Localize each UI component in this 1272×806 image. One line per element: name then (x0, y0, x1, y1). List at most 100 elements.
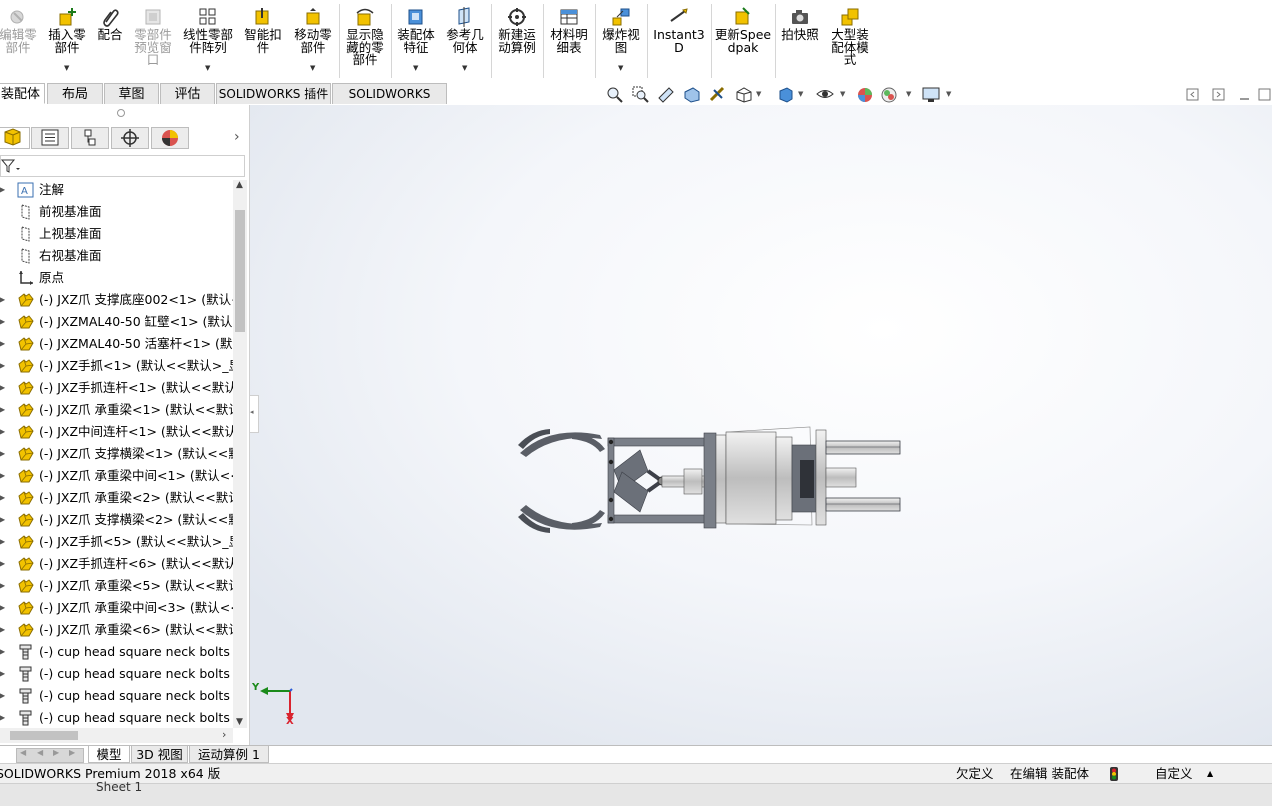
chevron-down-icon[interactable]: ▼ (906, 90, 911, 98)
expand-arrow-icon[interactable]: ▶ (0, 597, 5, 619)
tree-item[interactable]: 前视基准面 (0, 201, 234, 223)
expand-arrow-icon[interactable]: ▶ (0, 575, 5, 597)
expand-arrow-icon[interactable]: ▶ (0, 179, 5, 201)
tree-item[interactable]: ▶ (-) JXZ爪 支撑横梁<2> (默认<<默 (0, 509, 234, 531)
tree-item[interactable]: ▶ (-) JXZ中间连杆<1> (默认<<默认>_ (0, 421, 234, 443)
tab-3d-views[interactable]: 3D 视图 (131, 746, 188, 763)
expand-arrow-icon[interactable]: ▶ (0, 421, 5, 443)
chevron-up-icon[interactable]: ▲ (1207, 764, 1213, 784)
tab-first-icon[interactable]: ◀ (20, 748, 26, 757)
tree-item[interactable]: ▶ (-) JXZ爪 承重梁<5> (默认<<默认> (0, 575, 234, 597)
status-units-custom[interactable]: 自定义 (1155, 764, 1193, 784)
reference-geometry-button[interactable]: 参考几何体 ▼ (443, 2, 487, 78)
tab-motion-study-1[interactable]: 运动算例 1 (189, 746, 269, 763)
panel-splitter-handle[interactable] (117, 109, 125, 117)
tree-item[interactable]: ▶ (-) cup head square neck bolts gr (0, 707, 234, 728)
tab-scroll-arrows[interactable]: ◀ ◀ ▶ ▶ (16, 748, 84, 763)
scroll-right-icon[interactable]: › (222, 728, 226, 741)
chevron-down-icon[interactable]: ▼ (310, 62, 315, 75)
expand-arrow-icon[interactable]: ▶ (0, 663, 5, 685)
chevron-down-icon[interactable]: ▼ (756, 90, 761, 98)
restore-left-icon[interactable] (1186, 86, 1200, 103)
minimize-icon[interactable] (1238, 86, 1252, 103)
tree-horizontal-scrollbar[interactable]: › (0, 728, 233, 743)
expand-arrow-icon[interactable]: ▶ (0, 355, 5, 377)
tree-item[interactable]: 原点 (0, 267, 234, 289)
chevron-down-icon[interactable]: ▼ (205, 62, 210, 75)
tree-item[interactable]: 上视基准面 (0, 223, 234, 245)
smart-fasteners-button[interactable]: 智能扣件 (241, 2, 285, 78)
edit-component-button[interactable]: 编辑零部件 (0, 2, 40, 78)
tab-evaluate[interactable]: 评估 (160, 83, 215, 104)
tab-last-icon[interactable]: ▶ (69, 748, 75, 757)
chevron-down-icon[interactable]: ▼ (413, 62, 418, 75)
tree-item[interactable]: ▶ (-) JXZMAL40-50 活塞杆<1> (默认 (0, 333, 234, 355)
take-snapshot-button[interactable]: 拍快照 (778, 2, 822, 78)
chevron-down-icon[interactable]: ▼ (946, 90, 951, 98)
restore-right-icon[interactable] (1212, 86, 1226, 103)
chevron-down-icon[interactable]: ▼ (840, 90, 845, 98)
linear-component-pattern-button[interactable]: 线性零部件阵列 ▼ (180, 2, 236, 78)
tree-filter-bar[interactable] (0, 155, 245, 177)
tab-dimxpert-manager[interactable] (111, 127, 149, 149)
tab-display-manager[interactable] (151, 127, 189, 149)
chevron-down-icon[interactable]: ▼ (462, 62, 467, 75)
exploded-view-button[interactable]: 爆炸视图 ▼ (598, 2, 644, 78)
chevron-down-icon[interactable]: ▼ (618, 62, 623, 75)
tree-item[interactable]: ▶ (-) JXZ爪 承重梁<6> (默认<<默认> (0, 619, 234, 641)
new-motion-study-button[interactable]: 新建运动算例 (494, 2, 540, 78)
tree-item[interactable]: ▶ (-) cup head square neck bolts gr (0, 641, 234, 663)
tab-solidworks-mbd[interactable]: SOLIDWORKS MBD (332, 83, 447, 122)
zoom-to-fit-icon[interactable] (606, 86, 624, 103)
dynamic-annotation-views-icon[interactable] (709, 86, 727, 103)
graphics-area[interactable]: Y X ◂ (248, 105, 1272, 745)
chevron-right-icon[interactable]: › (234, 129, 240, 145)
move-component-button[interactable]: 移动零部件 ▼ (290, 2, 336, 78)
maximize-icon[interactable] (1258, 86, 1272, 103)
tab-layout[interactable]: 布局 (47, 83, 103, 104)
tree-item[interactable]: ▶ (-) JXZ手抓连杆<6> (默认<<默认>_ (0, 553, 234, 575)
tree-item[interactable]: ▶ (-) JXZ爪 支撑横梁<1> (默认<<默 (0, 443, 234, 465)
tree-item[interactable]: 右视基准面 (0, 245, 234, 267)
tree-item[interactable]: ▶ (-) JXZ爪 承重梁中间<3> (默认<<默 (0, 597, 234, 619)
tree-item[interactable]: ▶ (-) JXZ手抓<5> (默认<<默认>_显示 (0, 531, 234, 553)
tab-feature-manager[interactable] (0, 127, 30, 149)
tab-assembly[interactable]: 装配体 (0, 83, 45, 104)
expand-arrow-icon[interactable]: ▶ (0, 641, 5, 663)
tree-item[interactable]: ▶ (-) cup head square neck bolts gr (0, 685, 234, 707)
tab-prev-icon[interactable]: ◀ (37, 748, 43, 757)
tab-property-manager[interactable] (31, 127, 69, 149)
component-preview-window-button[interactable]: 零部件预览窗口 (131, 2, 175, 78)
tab-solidworks-addins[interactable]: SOLIDWORKS 插件 (216, 83, 331, 104)
chevron-down-icon[interactable]: ▼ (64, 62, 69, 75)
display-style-icon[interactable] (777, 86, 795, 103)
expand-arrow-icon[interactable]: ▶ (0, 399, 5, 421)
tree-item[interactable]: ▶ (-) JXZ手抓<1> (默认<<默认>_显示 (0, 355, 234, 377)
expand-arrow-icon[interactable]: ▶ (0, 333, 5, 355)
large-assembly-mode-button[interactable]: 大型装配体模式 (826, 2, 874, 78)
expand-arrow-icon[interactable]: ▶ (0, 531, 5, 553)
assembly-features-button[interactable]: 装配体特征 ▼ (394, 2, 438, 78)
tree-item[interactable]: ▶ (-) JXZ爪 承重梁<1> (默认<<默认> (0, 399, 234, 421)
expand-arrow-icon[interactable]: ▶ (0, 487, 5, 509)
expand-arrow-icon[interactable]: ▶ (0, 685, 5, 707)
expand-arrow-icon[interactable]: ▶ (0, 443, 5, 465)
tab-next-icon[interactable]: ▶ (53, 748, 59, 757)
hide-show-items-icon[interactable] (816, 86, 834, 103)
mate-button[interactable]: 配合 (92, 2, 128, 78)
expand-arrow-icon[interactable]: ▶ (0, 707, 5, 728)
bill-of-materials-button[interactable]: 材料明细表 (546, 2, 592, 78)
insert-component-button[interactable]: 插入零部件 ▼ (45, 2, 89, 78)
tree-item[interactable]: ▶ (-) JXZ爪 承重梁<2> (默认<<默认> (0, 487, 234, 509)
view-orientation-icon[interactable] (735, 86, 753, 103)
rebuild-traffic-light-icon[interactable] (1109, 767, 1119, 781)
tree-item[interactable]: ▶ (-) cup head square neck bolts gr (0, 663, 234, 685)
tab-model[interactable]: 模型 (88, 746, 130, 763)
section-view-icon[interactable] (683, 86, 701, 103)
show-hidden-components-button[interactable]: 显示隐藏的零部件 (342, 2, 388, 78)
expand-arrow-icon[interactable]: ▶ (0, 619, 5, 641)
expand-arrow-icon[interactable]: ▶ (0, 465, 5, 487)
update-speedpak-button[interactable]: 更新Speedpak (714, 2, 772, 78)
chevron-down-icon[interactable]: ▼ (798, 90, 803, 98)
tree-scrollbar-thumb[interactable] (235, 210, 245, 332)
